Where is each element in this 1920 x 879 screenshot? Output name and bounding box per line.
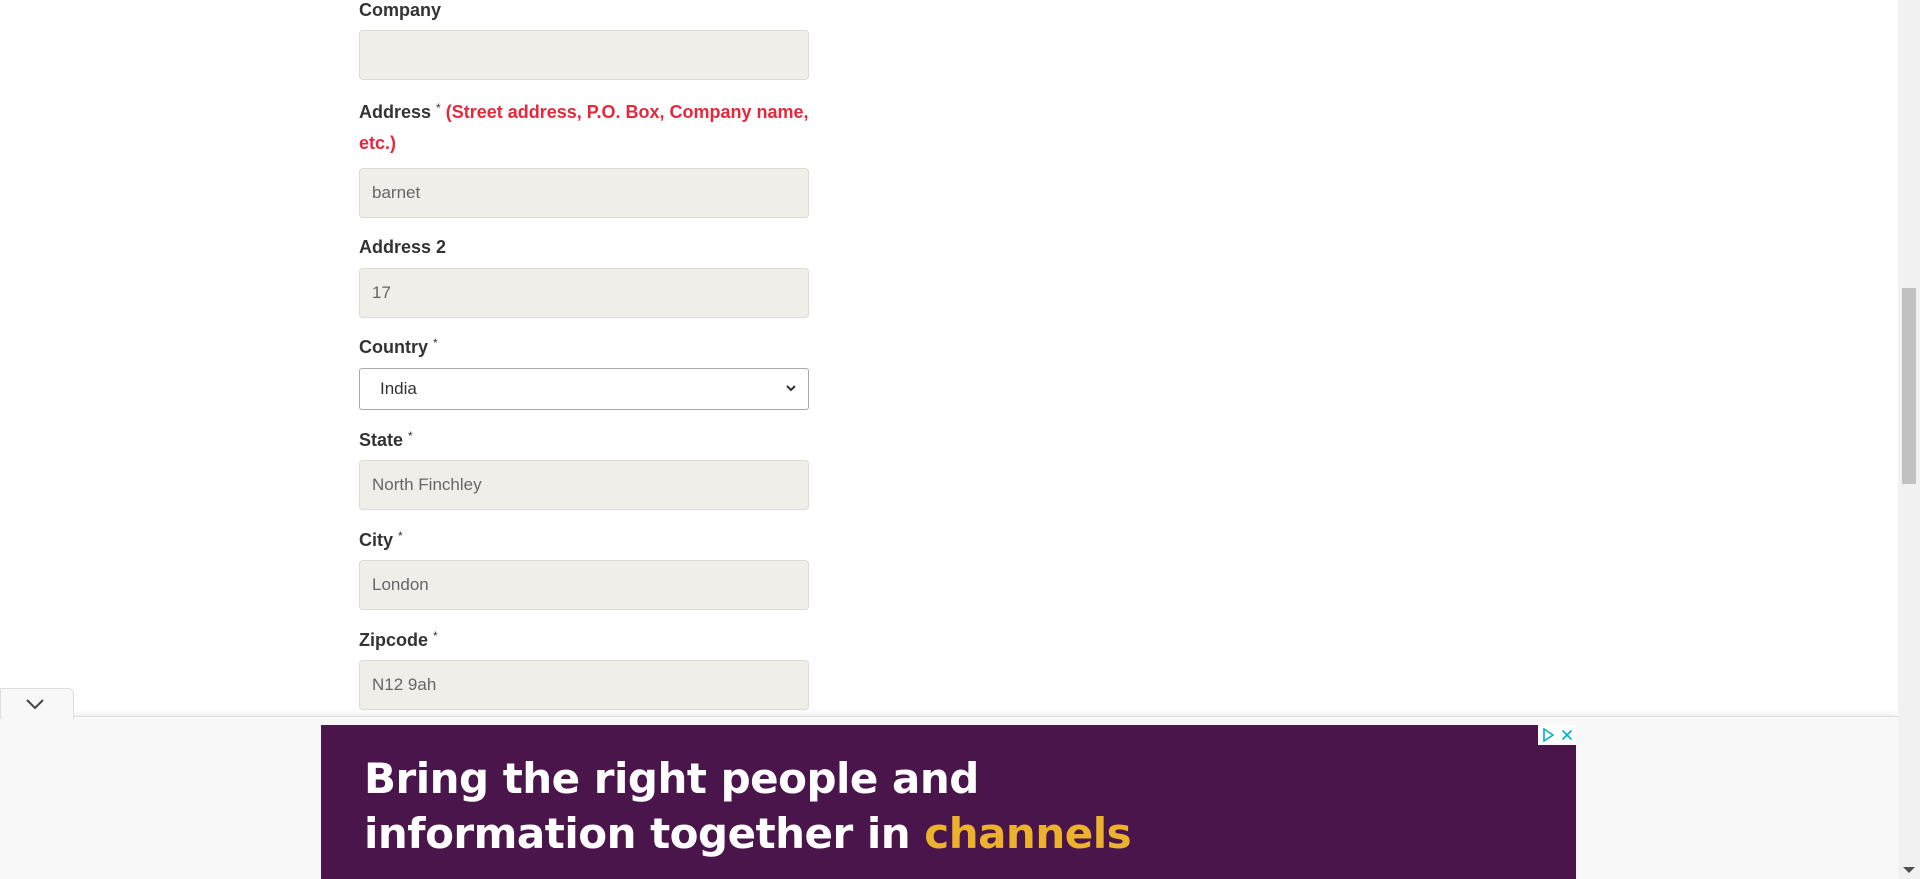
address-hint-line1: (Street address, P.O. Box, Company name, <box>445 102 809 122</box>
address-required-mark: * <box>436 101 441 115</box>
chevron-down-icon <box>786 385 796 392</box>
ad-collapse-button[interactable] <box>0 688 74 719</box>
ad-choices <box>1538 725 1576 745</box>
city-label: City * <box>359 525 403 556</box>
page-viewport: Company Address * (Street address, P.O. B… <box>0 0 1920 879</box>
close-icon[interactable] <box>1557 725 1576 745</box>
address-label-text: Address <box>359 102 432 122</box>
ad-creative[interactable]: Bring the right people and information t… <box>321 725 1576 879</box>
country-label-text: Country <box>359 337 428 357</box>
country-select[interactable]: India <box>359 368 809 410</box>
address-field[interactable]: barnet <box>359 168 809 218</box>
scrollbar-thumb[interactable] <box>1902 288 1916 484</box>
country-required-mark: * <box>433 336 438 350</box>
company-label-text: Company <box>359 0 442 20</box>
address2-field[interactable]: 17 <box>359 268 809 318</box>
address-hint-line2: etc.) <box>359 133 397 153</box>
state-field[interactable]: North Finchley <box>359 460 809 510</box>
city-field[interactable]: London <box>359 560 809 610</box>
country-label: Country * <box>359 332 438 363</box>
zipcode-field[interactable]: N12 9ah <box>359 660 809 710</box>
address2-label-text: Address 2 <box>359 237 447 257</box>
state-required-mark: * <box>408 429 413 443</box>
zipcode-required-mark: * <box>433 629 438 643</box>
address2-label: Address 2 <box>359 232 446 263</box>
vertical-scrollbar[interactable] <box>1898 0 1920 879</box>
address-label: Address * (Street address, P.O. Box, Comp… <box>359 97 819 159</box>
city-label-text: City <box>359 530 394 550</box>
chevron-down-icon <box>26 699 44 710</box>
zipcode-label: Zipcode * <box>359 625 438 656</box>
city-required-mark: * <box>398 529 403 543</box>
state-label-text: State <box>359 430 404 450</box>
adchoices-icon[interactable] <box>1538 725 1557 745</box>
zipcode-label-text: Zipcode <box>359 630 429 650</box>
country-selected-value: India <box>380 379 417 398</box>
company-field[interactable] <box>359 30 809 80</box>
ad-headline: Bring the right people and information t… <box>364 751 1464 861</box>
ad-headline-highlight: channels <box>924 809 1132 858</box>
ad-headline-line2: information together in <box>364 809 925 858</box>
ad-headline-line1: Bring the right people and <box>364 754 979 803</box>
company-label: Company <box>359 0 441 26</box>
state-label: State * <box>359 425 413 456</box>
scroll-down-arrow-icon[interactable] <box>1903 867 1915 873</box>
